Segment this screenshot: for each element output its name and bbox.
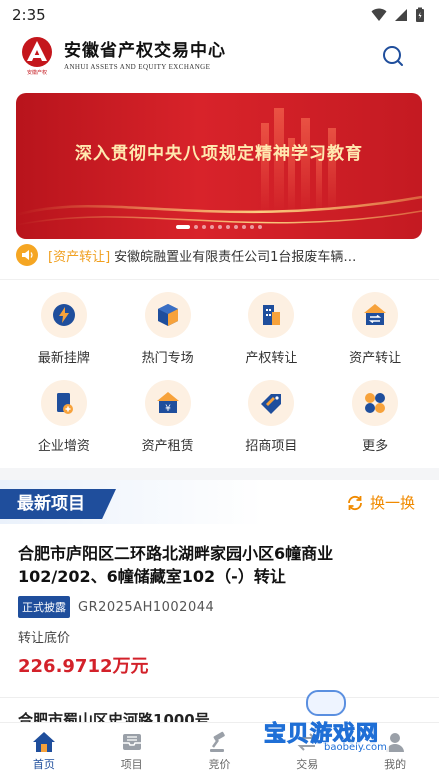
watermark-logo: 宝贝游戏网 baobeiy.com — [262, 690, 412, 760]
project-code: GR2025AH1002044 — [78, 599, 215, 615]
document-plus-icon — [40, 380, 87, 426]
grid-label: 热门专场 — [141, 351, 194, 366]
nav-item-projects[interactable]: 项目 — [88, 723, 176, 780]
grid-item-more[interactable]: 更多 — [323, 380, 427, 454]
home-icon — [32, 732, 55, 752]
grid-item-capital-increase[interactable]: 企业增资 — [12, 380, 116, 454]
banner-decoration — [16, 108, 422, 226]
search-button[interactable] — [381, 44, 405, 68]
gamepad-icon — [306, 690, 346, 716]
grid-item-asset-transfer[interactable]: 资产转让 — [323, 292, 427, 366]
grid-label: 招商项目 — [245, 439, 298, 454]
grid-item-asset-lease[interactable]: ¥ 资产租赁 — [116, 380, 220, 454]
refresh-button[interactable]: 换一换 — [346, 492, 415, 513]
app-header: 安徽产权 安徽省产权交易中心 ANHUI ASSETS AND EQUITY E… — [0, 30, 439, 82]
grid-item-hot-topics[interactable]: 热门专场 — [116, 292, 220, 366]
banner-dot[interactable] — [218, 225, 222, 229]
nav-item-bidding[interactable]: 竞价 — [176, 723, 264, 780]
logo-icon: 安徽产权 — [18, 36, 56, 76]
grid-label: 更多 — [362, 439, 389, 454]
org-name-cn: 安徽省产权交易中心 — [64, 41, 226, 61]
grid-label: 资产转让 — [349, 351, 402, 366]
org-name-en: ANHUI ASSETS AND EQUITY EXCHANGE — [64, 63, 211, 71]
notice-text: 安徽皖融置业有限责任公司1台报废车辆… — [114, 249, 357, 265]
section-title: 最新项目 — [0, 489, 116, 519]
banner-dot[interactable] — [258, 225, 262, 229]
logo-caption: 安徽产权 — [27, 69, 47, 76]
status-icons — [371, 7, 425, 23]
status-bar: 2:35 — [0, 0, 439, 30]
banner-dot[interactable] — [194, 225, 198, 229]
banner-dot[interactable] — [242, 225, 246, 229]
section-gap — [0, 468, 439, 480]
logo-text: 安徽省产权交易中心 ANHUI ASSETS AND EQUITY EXCHAN… — [64, 41, 226, 71]
banner-pagination — [16, 225, 422, 229]
house-transfer-icon — [352, 292, 399, 338]
grid-label: 最新挂牌 — [37, 351, 90, 366]
grid-label: 产权转让 — [245, 351, 298, 366]
signal-icon — [395, 9, 407, 21]
banner-dot[interactable] — [210, 225, 214, 229]
banner-dot[interactable] — [176, 225, 190, 229]
project-price: 226.9712万元 — [18, 656, 149, 677]
battery-icon — [416, 7, 424, 22]
project-meta: 正式披露 GR2025AH1002044 — [18, 596, 421, 618]
gavel-icon — [210, 731, 226, 752]
nav-label: 首页 — [32, 758, 55, 771]
banner-dot[interactable] — [234, 225, 238, 229]
project-card[interactable]: 合肥市庐阳区二环路北湖畔家园小区6幢商业102/202、6幢储藏室102（-）转… — [0, 530, 439, 690]
nav-label: 项目 — [120, 758, 143, 771]
refresh-icon — [348, 495, 362, 510]
banner-dot[interactable] — [202, 225, 206, 229]
search-icon — [383, 46, 403, 66]
grid-label: 企业增资 — [37, 439, 90, 454]
speaker-icon — [16, 244, 38, 266]
banner-carousel[interactable]: 深入贯彻中央八项规定精神学习教育 — [16, 93, 422, 239]
grid-item-investment-projects[interactable]: 招商项目 — [220, 380, 324, 454]
building-icon — [248, 292, 295, 338]
notice-tag: [资产转让] — [48, 249, 111, 265]
svg-text:¥: ¥ — [165, 404, 171, 414]
notice-bar[interactable]: [资产转让] 安徽皖融置业有限责任公司1台报废车辆… — [16, 242, 422, 268]
grid-item-property-transfer[interactable]: 产权转让 — [220, 292, 324, 366]
banner-dot[interactable] — [226, 225, 230, 229]
price-label: 转让底价 — [18, 631, 71, 646]
nav-label: 竞价 — [208, 758, 231, 771]
latest-projects-header: 最新项目 换一换 — [0, 480, 439, 524]
project-title: 合肥市庐阳区二环路北湖畔家园小区6幢商业102/202、6幢储藏室102（-）转… — [18, 544, 334, 586]
more-grid-icon — [352, 380, 399, 426]
divider — [0, 279, 439, 280]
lightning-icon — [40, 292, 87, 338]
banner-title: 深入贯彻中央八项规定精神学习教育 — [75, 144, 363, 164]
tag-icon — [248, 380, 295, 426]
banner-dot[interactable] — [250, 225, 254, 229]
status-badge: 正式披露 — [18, 596, 70, 618]
inbox-icon — [122, 734, 141, 750]
cube-icon — [144, 292, 191, 338]
status-time: 2:35 — [12, 6, 46, 24]
refresh-label: 换一换 — [369, 494, 415, 512]
grid-item-latest-listing[interactable]: 最新挂牌 — [12, 292, 116, 366]
wifi-icon — [371, 8, 387, 21]
watermark-url: baobeiy.com — [322, 742, 389, 753]
grid-label: 资产租赁 — [141, 439, 194, 454]
function-grid: 最新挂牌 热门专场 产权转让 资产转让 企业增资 ¥ 资产租赁 招商项目 更多 — [12, 292, 427, 454]
nav-item-home[interactable]: 首页 — [0, 723, 88, 780]
house-yen-icon: ¥ — [144, 380, 191, 426]
